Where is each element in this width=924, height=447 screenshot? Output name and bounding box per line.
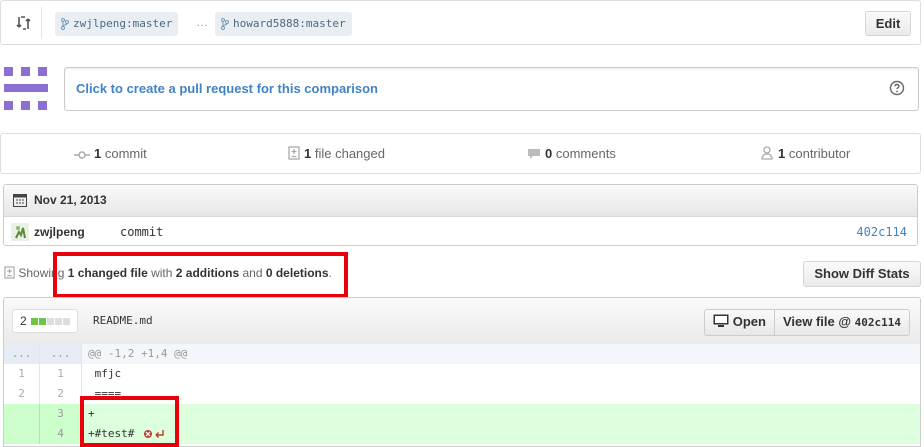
commit-icon <box>74 151 90 159</box>
view-file-button[interactable]: View file @ 402c114 <box>773 310 909 335</box>
commit-sha[interactable]: 402c114 <box>856 225 907 239</box>
diffstat-block-neutral <box>47 318 55 325</box>
old-line-number <box>4 424 40 444</box>
base-branch-selector[interactable]: zwjlpeng:master <box>55 12 179 36</box>
old-line-number <box>4 404 40 424</box>
monitor-icon <box>713 314 729 327</box>
diffstat-block-added <box>31 318 39 325</box>
view-file-label: View file @ <box>782 314 852 329</box>
comments-count: 0 <box>545 146 553 161</box>
diffstat-block-added <box>39 318 47 325</box>
open-label: Open <box>732 314 766 329</box>
contributors-label: contributor <box>788 146 851 161</box>
diffstat-block-neutral <box>55 318 63 325</box>
commit-message[interactable]: commit <box>120 225 163 239</box>
contributors-count: 1 <box>778 146 786 161</box>
commits-count: 1 <box>94 146 102 161</box>
create-pull-request-link[interactable]: Click to create a pull request for this … <box>76 81 378 96</box>
comments-stat[interactable]: 0 comments <box>527 146 616 161</box>
file-name[interactable]: README.md <box>93 314 153 327</box>
open-button[interactable]: Open <box>705 310 774 335</box>
create-pull-request-prompt[interactable]: Click to create a pull request for this … <box>64 67 919 111</box>
branch-icon <box>61 18 69 30</box>
files-changed-stat[interactable]: 1 file changed <box>288 146 385 161</box>
comments-label: comments <box>555 146 616 161</box>
old-line-number[interactable]: 1 <box>4 364 40 384</box>
commit-group: Nov 21, 2013 zwjlpeng commit 402c114 <box>3 184 918 246</box>
divider <box>41 7 42 39</box>
head-branch-selector[interactable]: howard5888:master <box>215 12 352 36</box>
base-branch-label: zwjlpeng:master <box>73 17 173 30</box>
files-changed-count: 1 <box>304 146 312 161</box>
diff-code: @@ -1,2 +1,4 @@ <box>88 347 188 360</box>
commit-row: zwjlpeng commit 402c114 <box>4 217 917 245</box>
new-line-number[interactable]: 2 <box>40 384 82 404</box>
identicon-avatar <box>4 67 48 110</box>
calendar-icon <box>13 194 27 207</box>
comparison-stats: 1 commit 1 file changed 0 comments 1 con… <box>0 133 921 174</box>
old-line-number[interactable]: 2 <box>4 384 40 404</box>
new-line-number[interactable]: ... <box>40 344 82 364</box>
diff-code: mfjc <box>88 367 122 380</box>
show-diff-stats-button[interactable]: Show Diff Stats <box>803 261 921 287</box>
diffstat-block-neutral <box>63 318 71 325</box>
highlight-box <box>80 396 179 447</box>
branch-icon <box>221 18 229 30</box>
help-icon[interactable] <box>889 80 905 96</box>
file-header: 2 README.md Open View file @ 402c114 <box>4 298 920 345</box>
head-branch-label: howard5888:master <box>233 17 346 30</box>
view-file-sha: 402c114 <box>854 316 901 329</box>
new-line-number[interactable]: 1 <box>40 364 82 384</box>
old-line-number[interactable]: ... <box>4 344 40 364</box>
diffstat: 2 <box>12 309 79 333</box>
commit-group-header: Nov 21, 2013 <box>4 185 917 217</box>
file-diff-icon <box>4 266 15 279</box>
commit-date: Nov 21, 2013 <box>34 193 107 207</box>
contributors-stat[interactable]: 1 contributor <box>760 146 850 161</box>
commits-stat[interactable]: 1 commit <box>74 146 147 161</box>
commits-label: commit <box>104 146 147 161</box>
branch-ellipsis: … <box>196 15 208 29</box>
new-line-number[interactable]: 3 <box>40 404 82 424</box>
diff-line-context: 1 1 mfjc <box>4 364 920 384</box>
files-changed-label: file changed <box>314 146 385 161</box>
compare-icon <box>16 16 31 30</box>
comment-icon <box>528 149 540 159</box>
compare-bar: zwjlpeng:master … howard5888:master Edit <box>0 0 921 45</box>
diffstat-count: 2 <box>20 314 27 328</box>
highlight-box <box>53 252 348 298</box>
diff-hunk-header: ... ... @@ -1,2 +1,4 @@ <box>4 344 920 364</box>
contributor-icon <box>761 146 773 160</box>
edit-button[interactable]: Edit <box>865 11 911 36</box>
file-diff-icon <box>288 146 300 160</box>
new-line-number[interactable]: 4 <box>40 424 82 444</box>
author-avatar[interactable] <box>11 223 29 241</box>
file-actions: Open View file @ 402c114 <box>703 309 910 336</box>
commit-author[interactable]: zwjlpeng <box>34 225 85 239</box>
